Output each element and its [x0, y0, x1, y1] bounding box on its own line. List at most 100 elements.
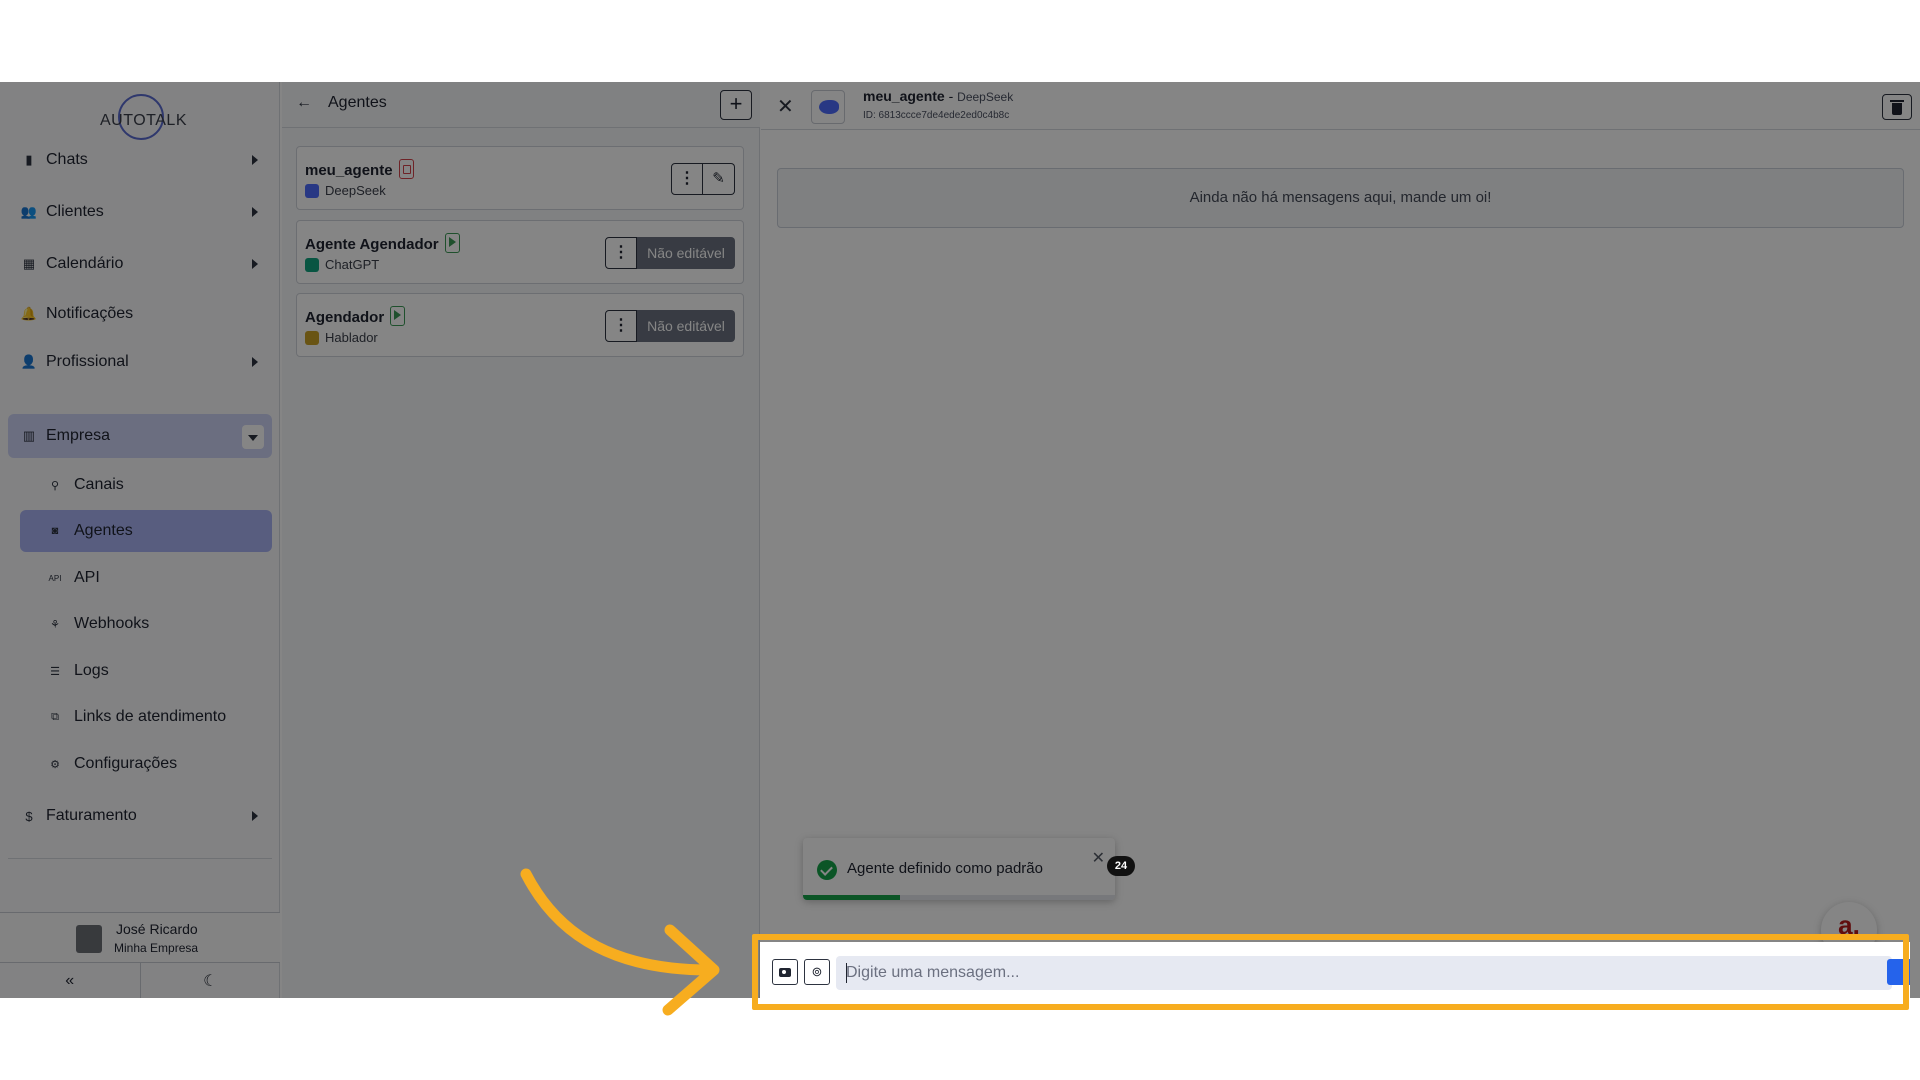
agent-model: Hablador: [325, 330, 378, 345]
agent-model-row: Hablador: [305, 330, 378, 345]
sidebar-subitem-label: Logs: [74, 662, 109, 679]
toast-message: Agente definido como padrão: [847, 860, 1043, 877]
not-editable-badge: Não editável: [637, 237, 735, 269]
toast-close-icon[interactable]: ✕: [1092, 848, 1105, 868]
not-editable-badge: Não editável: [637, 310, 735, 342]
list-icon: ☰: [50, 665, 60, 678]
sidebar-item-profissional[interactable]: 👤 Profissional: [8, 340, 272, 384]
user-gear-icon: 👤: [20, 354, 38, 369]
sidebar-subitem-agentes[interactable]: ◙ Agentes: [20, 510, 272, 552]
agent-name: Agendador: [305, 309, 385, 326]
agent-name-row: Agendador: [305, 306, 406, 326]
sidebar-subitem-label: Canais: [74, 476, 124, 493]
toast-progress-fill: [803, 895, 900, 900]
dollar-icon: $: [25, 808, 33, 824]
theme-toggle-button[interactable]: ☾: [139, 963, 281, 998]
sidebar-subitem-webhooks[interactable]: ⚘ Webhooks: [20, 603, 272, 645]
send-button[interactable]: [1887, 959, 1910, 985]
sidebar-subitem-label: Agentes: [74, 522, 133, 539]
sidebar-item-label: Chats: [46, 151, 88, 168]
sidebar-item-clientes[interactable]: 👥 Clientes: [8, 190, 272, 234]
agents-panel-header: ← Agentes +: [282, 82, 760, 128]
agent-menu-button[interactable]: ⋮: [605, 237, 637, 269]
caret-right-icon: [252, 811, 258, 821]
trash-icon[interactable]: [1882, 94, 1912, 120]
title-separator: -: [944, 88, 958, 104]
app-window: AUTOTALK ▮ Chats 👥 Clientes ▦ Calendário…: [0, 82, 1920, 998]
sidebar-item-notificacoes[interactable]: 🔔 Notificações: [8, 292, 272, 336]
sidebar-item-label: Faturamento: [46, 807, 137, 824]
message-input[interactable]: [836, 956, 1892, 990]
sidebar-item-chats[interactable]: ▮ Chats: [8, 138, 272, 182]
play-icon[interactable]: [390, 306, 406, 326]
check-circle-icon: [817, 860, 837, 880]
agent-menu-button[interactable]: ⋮: [671, 163, 703, 195]
sidebar-item-calendario[interactable]: ▦ Calendário: [8, 242, 272, 286]
agent-card[interactable]: Agendador Hablador ⋮ Não editável: [296, 293, 744, 357]
sidebar-subitem-label: Webhooks: [74, 615, 150, 632]
sidebar-item-empresa[interactable]: ▥ Empresa: [8, 414, 272, 458]
agent-name-row: meu_agente: [305, 159, 414, 179]
agent-card[interactable]: Agente Agendador ChatGPT ⋮ Não editável: [296, 220, 744, 284]
success-toast: Agente definido como padrão ✕: [803, 838, 1115, 900]
users-icon: 👥: [20, 204, 38, 219]
logo-text: AUTOTALK: [100, 112, 187, 129]
sidebar-subitem-canais[interactable]: ⚲ Canais: [20, 464, 272, 506]
sidebar-subitem-logs[interactable]: ☰ Logs: [20, 650, 272, 692]
play-icon[interactable]: [444, 233, 460, 253]
brand-logo[interactable]: AUTOTALK: [100, 94, 187, 144]
message-composer: ⊚: [760, 942, 1910, 1004]
assistant-logo-icon: a.: [1838, 910, 1860, 940]
agent-name: meu_agente: [305, 162, 393, 179]
sidebar-subitem-label: API: [74, 569, 100, 586]
sidebar-item-label: Clientes: [46, 203, 104, 220]
collapse-sidebar-button[interactable]: «: [0, 963, 140, 998]
sidebar-divider: [8, 858, 272, 859]
add-agent-button[interactable]: +: [720, 90, 752, 120]
plug-icon: ⚲: [50, 479, 60, 492]
sidebar-item-label: Notificações: [46, 305, 134, 322]
agent-name-row: Agente Agendador: [305, 233, 460, 253]
sidebar-item-label: Profissional: [46, 353, 129, 370]
calendar-icon: ▦: [22, 256, 36, 271]
toast-progress-bar: [803, 895, 1115, 900]
company-avatar: [76, 925, 102, 953]
agent-model-row: ChatGPT: [305, 257, 379, 272]
bell-icon: 🔔: [20, 306, 38, 321]
agents-panel: ← Agentes + meu_agente DeepSeek ⋮ ✎ Agen…: [282, 82, 760, 998]
chat-header: ✕ meu_agente - DeepSeek ID: 6813ccce7de4…: [761, 82, 1920, 130]
notification-count-badge: 24: [1107, 856, 1135, 876]
sidebar: AUTOTALK ▮ Chats 👥 Clientes ▦ Calendário…: [0, 82, 280, 998]
edit-agent-button[interactable]: ✎: [703, 163, 735, 195]
sidebar-subitem-links[interactable]: ⧉ Links de atendimento: [20, 696, 272, 738]
agent-menu-button[interactable]: ⋮: [605, 310, 637, 342]
agent-card[interactable]: meu_agente DeepSeek ⋮ ✎: [296, 146, 744, 210]
agents-panel-title: Agentes: [328, 94, 387, 111]
user-company: Minha Empresa: [114, 941, 199, 955]
sidebar-item-faturamento[interactable]: $ Faturamento: [8, 794, 272, 838]
caret-right-icon: [252, 357, 258, 367]
user-name: José Ricardo: [116, 921, 198, 937]
caret-down-icon[interactable]: [242, 425, 264, 449]
stop-icon[interactable]: [398, 159, 414, 179]
caret-right-icon: [252, 259, 258, 269]
text-cursor: [846, 963, 847, 983]
user-card[interactable]: José Ricardo Minha Empresa: [0, 912, 280, 962]
agent-model: ChatGPT: [325, 257, 380, 272]
chat-icon: ▮: [25, 152, 33, 167]
building-icon: ▥: [22, 428, 36, 443]
sidebar-item-label: Calendário: [46, 255, 124, 272]
sidebar-subitem-configuracoes[interactable]: ⚙ Configurações: [20, 743, 272, 785]
hablador-icon: [305, 330, 319, 345]
attach-icon[interactable]: ⊚: [804, 959, 830, 985]
sidebar-subitem-api[interactable]: API API: [20, 557, 272, 599]
close-icon[interactable]: ✕: [777, 94, 794, 119]
back-arrow-icon[interactable]: ←: [296, 94, 312, 112]
camera-icon[interactable]: [772, 959, 798, 985]
deepseek-icon: [305, 183, 319, 198]
chat-panel: ✕ meu_agente - DeepSeek ID: 6813ccce7de4…: [761, 82, 1920, 998]
sidebar-footer: « ☾: [0, 962, 280, 998]
sidebar-subitem-label: Links de atendimento: [74, 708, 227, 725]
chat-agent-model: DeepSeek: [957, 90, 1014, 104]
gear-icon: ⚙: [50, 758, 60, 771]
